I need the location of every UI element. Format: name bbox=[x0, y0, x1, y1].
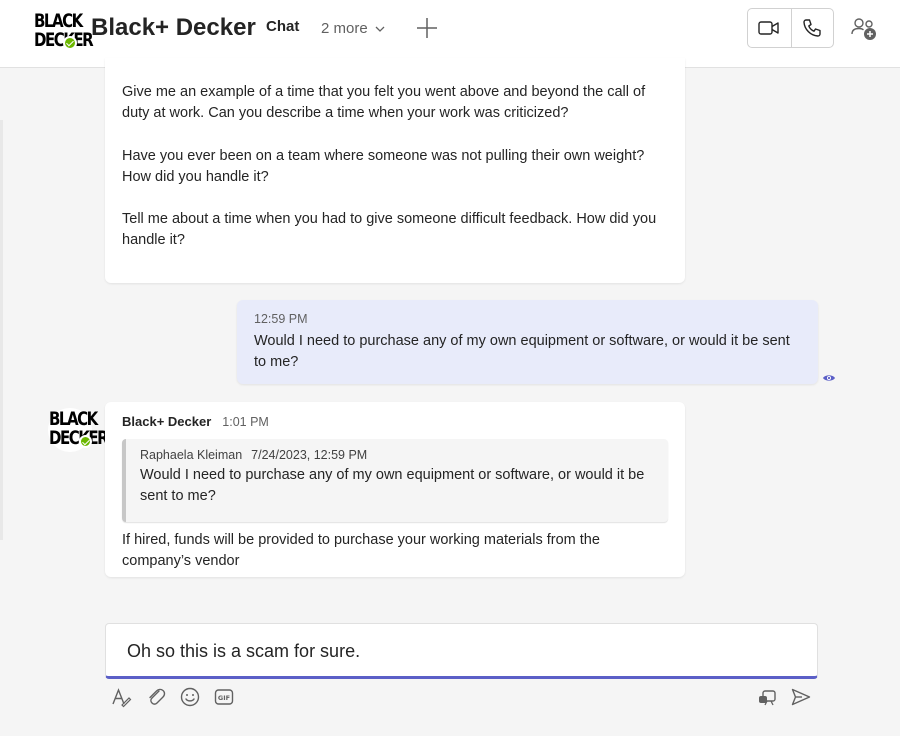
quote-text: Would I need to purchase any of my own e… bbox=[140, 467, 645, 505]
message-body: Would I need to purchase any of my own e… bbox=[254, 333, 790, 371]
quote-timestamp: 7/24/2023, 12:59 PM bbox=[251, 448, 368, 462]
audio-call-button[interactable] bbox=[790, 9, 834, 47]
avatar[interactable]: BLACK DECKER bbox=[48, 408, 109, 452]
own-message-bubble: 12:59 PM Would I need to purchase any of… bbox=[237, 300, 818, 384]
loop-icon[interactable] bbox=[756, 686, 778, 708]
attach-icon[interactable] bbox=[145, 686, 167, 708]
video-camera-icon bbox=[758, 21, 779, 35]
message-timestamp: 12:59 PM bbox=[254, 312, 308, 326]
message-timestamp: 1:01 PM bbox=[222, 415, 269, 429]
gif-icon[interactable]: GIF bbox=[213, 686, 235, 708]
tab-chat[interactable]: Chat bbox=[266, 18, 299, 35]
phone-icon bbox=[803, 19, 821, 37]
seen-eye-icon bbox=[823, 375, 835, 381]
sender-name: Black+ Decker bbox=[122, 414, 212, 429]
message-bubble: Black+ Decker 1:01 PM Raphaela Kleiman 7… bbox=[105, 402, 685, 577]
presence-available-icon bbox=[63, 36, 77, 50]
compose-box[interactable]: Oh so this is a scam for sure. bbox=[105, 623, 818, 679]
more-tabs-button[interactable]: 2 more bbox=[321, 20, 386, 37]
message-body: Give me an example of a time that you fe… bbox=[122, 82, 665, 252]
add-tab-button[interactable] bbox=[415, 16, 439, 40]
people-add-icon[interactable] bbox=[850, 16, 878, 42]
video-call-button[interactable] bbox=[748, 9, 791, 47]
avatar[interactable]: BLACK DECKER bbox=[32, 8, 94, 52]
send-icon[interactable] bbox=[790, 686, 812, 708]
quote-author: Raphaela Kleiman bbox=[140, 448, 243, 462]
message-header: Black+ Decker 1:01 PM bbox=[122, 414, 668, 429]
quoted-reply[interactable]: Raphaela Kleiman 7/24/2023, 12:59 PM Wou… bbox=[122, 439, 668, 522]
plus-icon bbox=[417, 18, 437, 38]
message-paragraph: Have you ever been on a team where someo… bbox=[122, 147, 645, 185]
quote-header: Raphaela Kleiman 7/24/2023, 12:59 PM bbox=[140, 448, 654, 462]
call-buttons bbox=[747, 8, 834, 48]
message-paragraph: Give me an example of a time that you fe… bbox=[122, 84, 646, 122]
message-bubble: Give me an example of a time that you fe… bbox=[105, 58, 685, 283]
svg-text:GIF: GIF bbox=[218, 694, 230, 702]
format-icon[interactable] bbox=[110, 686, 132, 708]
message-paragraph: Tell me about a time when you had to giv… bbox=[122, 211, 657, 249]
message-body: If hired, funds will be provided to purc… bbox=[122, 532, 600, 570]
left-panel-edge bbox=[0, 120, 3, 540]
emoji-icon[interactable] bbox=[179, 686, 201, 708]
compose-text: Oh so this is a scam for sure. bbox=[127, 641, 361, 661]
chevron-down-icon bbox=[375, 26, 385, 32]
chat-title: Black+ Decker bbox=[91, 14, 256, 41]
presence-available-icon bbox=[79, 435, 92, 448]
more-tabs-label: 2 more bbox=[321, 20, 368, 37]
